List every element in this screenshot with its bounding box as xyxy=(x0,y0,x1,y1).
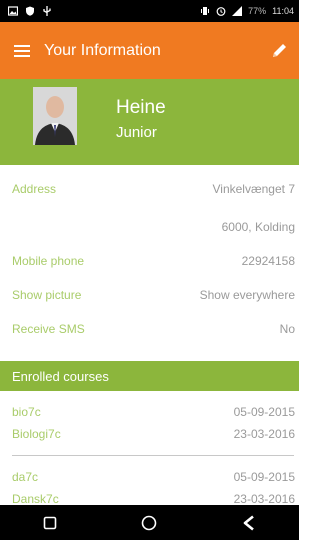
app-bar: Your Information xyxy=(0,22,299,79)
alarm-icon xyxy=(216,7,226,16)
address-row-2: 6000, Kolding xyxy=(0,220,299,242)
course-date: 23-03-2016 xyxy=(233,492,295,506)
back-button[interactable] xyxy=(229,508,269,538)
mobile-value: 22924158 xyxy=(241,254,295,268)
section-title: Enrolled courses xyxy=(12,368,109,384)
course-name: da7c xyxy=(12,470,39,484)
course-date: 23-03-2016 xyxy=(233,427,295,441)
address-row: Address Vinkelvænget 7 xyxy=(0,182,299,204)
battery-level: 77% xyxy=(248,6,267,16)
signal-icon xyxy=(232,6,243,16)
clock: 11:04 xyxy=(272,6,294,16)
address-line2: 6000, Kolding xyxy=(221,220,295,234)
menu-icon xyxy=(14,44,30,57)
vibrate-icon xyxy=(201,7,210,15)
sms-label: Receive SMS xyxy=(12,322,85,336)
status-bar: 77% 11:04 xyxy=(0,0,299,22)
course-name: bio7c xyxy=(12,405,41,419)
profile-header: Heine Junior xyxy=(0,79,299,165)
recent-apps-icon xyxy=(43,516,57,529)
address-line1: Vinkelvænget 7 xyxy=(212,182,296,196)
edit-button[interactable] xyxy=(259,31,299,71)
picture-row: Show picture Show everywhere xyxy=(0,288,299,310)
profile-photo xyxy=(33,87,77,145)
profile-name: Heine xyxy=(116,97,166,118)
recent-apps-button[interactable] xyxy=(30,508,70,538)
course-date: 05-09-2015 xyxy=(233,405,295,419)
menu-button[interactable] xyxy=(0,29,44,73)
home-button[interactable] xyxy=(129,508,169,538)
sms-value: No xyxy=(279,322,295,336)
course-name: Dansk7c xyxy=(12,492,59,506)
sms-row: Receive SMS No xyxy=(0,322,299,344)
enrolled-courses-header: Enrolled courses xyxy=(0,361,299,391)
back-icon xyxy=(243,514,254,531)
usb-icon xyxy=(43,6,51,16)
course-divider xyxy=(12,455,294,456)
picture-value: Show everywhere xyxy=(199,288,295,302)
mobile-label: Mobile phone xyxy=(12,254,85,268)
picture-label: Show picture xyxy=(12,288,82,302)
page-title: Your Information xyxy=(44,41,161,59)
shield-icon xyxy=(26,6,34,16)
image-icon xyxy=(8,6,18,16)
course-date: 05-09-2015 xyxy=(233,470,295,484)
profile-role: Junior xyxy=(116,124,157,141)
mobile-row: Mobile phone 22924158 xyxy=(0,254,299,276)
course-name: Biologi7c xyxy=(12,427,61,441)
pencil-icon xyxy=(273,43,286,57)
system-nav-bar xyxy=(0,505,299,540)
home-icon xyxy=(142,515,157,530)
address-label: Address xyxy=(12,182,57,196)
avatar xyxy=(33,87,77,145)
